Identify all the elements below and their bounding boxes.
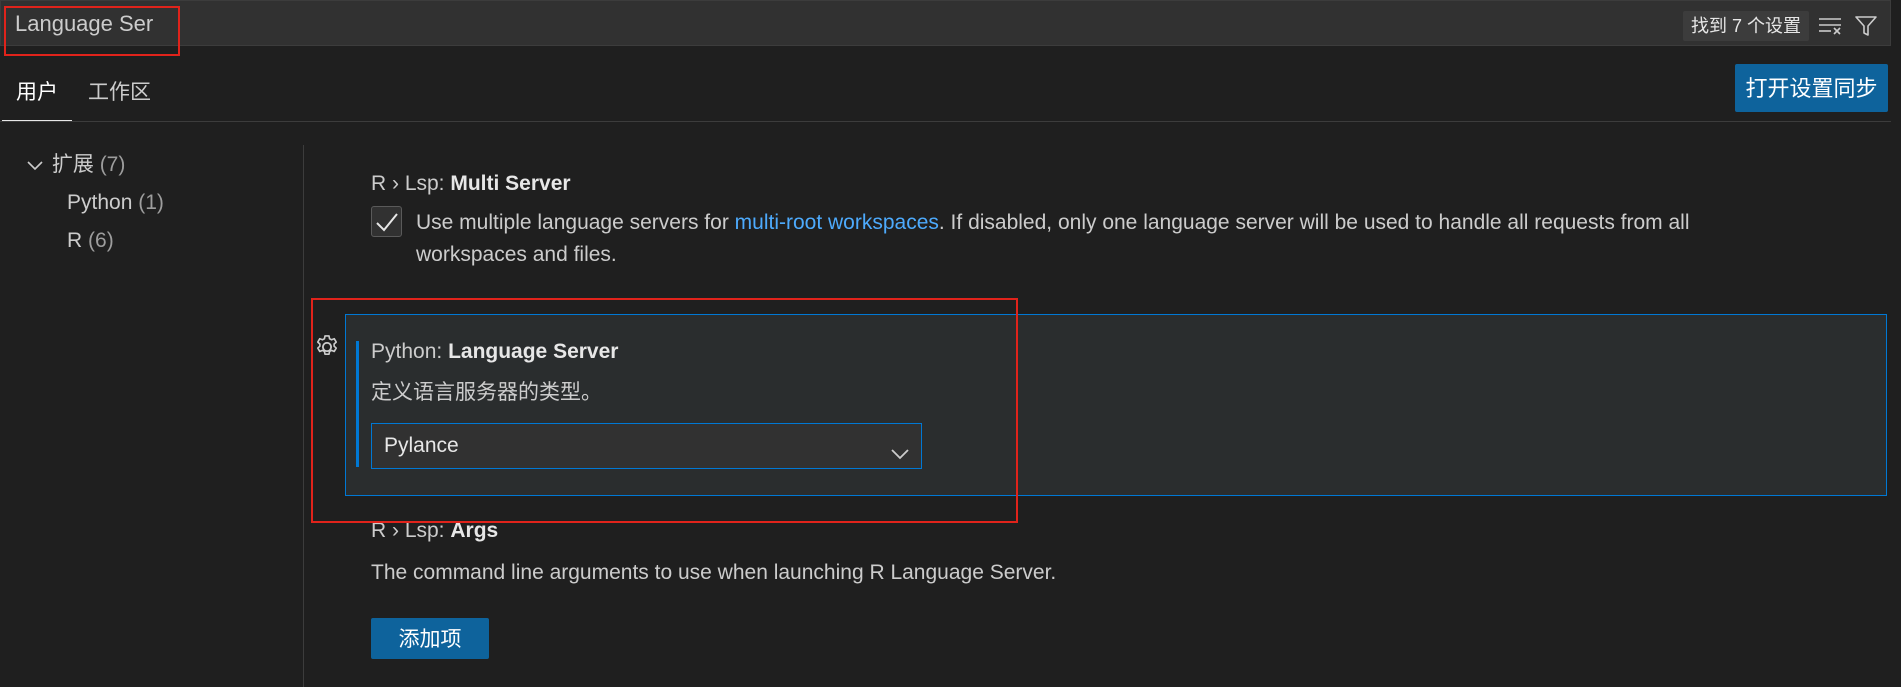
open-settings-sync-button[interactable]: 打开设置同步 xyxy=(1735,64,1888,112)
settings-list: R › Lsp: Multi Server Use multiple langu… xyxy=(345,145,1891,687)
tree-item-label: Python xyxy=(67,191,133,214)
filter-icon[interactable] xyxy=(1851,11,1881,41)
setting-title-args: R › Lsp: Args xyxy=(371,514,498,548)
setting-category: Python: xyxy=(371,340,449,363)
chevron-down-icon xyxy=(891,436,909,480)
check-icon xyxy=(375,212,398,231)
setting-category: R › Lsp: xyxy=(371,172,451,195)
settings-search-bar: 找到 7 个设置 xyxy=(0,0,1891,46)
tree-item-count: (6) xyxy=(88,229,114,252)
setting-description-args: The command line arguments to use when l… xyxy=(371,561,1057,584)
chevron-down-icon xyxy=(24,148,46,182)
tree-item-count: (1) xyxy=(138,191,164,214)
tab-user[interactable]: 用户 xyxy=(2,78,72,121)
setting-description-language-server: 定义语言服务器的类型。 xyxy=(371,381,602,404)
setting-name: Language Server xyxy=(448,340,619,363)
setting-name: Multi Server xyxy=(450,172,571,195)
tree-item-label: R xyxy=(67,229,83,252)
tree-item-python[interactable]: Python (1) xyxy=(67,186,164,220)
setting-title-language-server: Python: Language Server xyxy=(371,335,618,369)
search-input[interactable] xyxy=(7,5,907,43)
multi-server-checkbox[interactable] xyxy=(371,206,402,237)
tree-item-extensions[interactable]: 扩展 (7) xyxy=(24,148,125,182)
tree-item-label: 扩展 xyxy=(51,153,94,176)
settings-scope-tabs: 用户 工作区 xyxy=(0,70,1891,122)
setting-category: R › Lsp: xyxy=(371,519,451,542)
focus-indicator xyxy=(356,341,359,467)
search-result-count: 找到 7 个设置 xyxy=(1683,11,1810,41)
tree-item-r[interactable]: R (6) xyxy=(67,224,114,258)
tree-item-count: (7) xyxy=(99,153,126,176)
description-text: Use multiple language servers for xyxy=(416,211,735,234)
setting-python-language-server[interactable]: Python: Language Server 定义语言服务器的类型。 Pyla… xyxy=(345,314,1887,496)
select-value: Pylance xyxy=(384,434,459,457)
setting-name: Args xyxy=(450,519,499,542)
setting-title-multi-server: R › Lsp: Multi Server xyxy=(371,167,571,201)
setting-description-multi-server: Use multiple language servers for multi-… xyxy=(416,207,1876,271)
multi-root-workspaces-link[interactable]: multi-root workspaces xyxy=(735,211,939,234)
clear-filter-icon[interactable] xyxy=(1815,11,1845,41)
tab-workspace[interactable]: 工作区 xyxy=(74,78,165,121)
language-server-select[interactable]: Pylance xyxy=(371,423,922,469)
gear-icon[interactable] xyxy=(313,333,341,361)
description-text: workspaces and files. xyxy=(416,243,617,266)
description-text: . If disabled, only one language server … xyxy=(938,211,1690,234)
settings-tree: 扩展 (7) Python (1) R (6) xyxy=(0,145,304,687)
add-item-button[interactable]: 添加项 xyxy=(371,618,489,659)
